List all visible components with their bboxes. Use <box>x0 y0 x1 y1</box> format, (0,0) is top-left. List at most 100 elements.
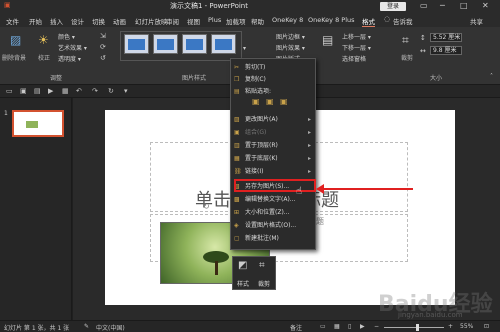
rotate-handle-icon[interactable]: ↻ <box>203 202 210 211</box>
save-icon[interactable]: ▣ <box>20 87 27 95</box>
menu-file[interactable]: 文件 <box>6 16 19 26</box>
context-menu-item-send-back[interactable]: ▦ 置于底层(K) ▸ <box>231 153 315 164</box>
menu-format[interactable]: 格式 <box>362 16 375 27</box>
repeat-icon[interactable]: ↻ <box>108 87 114 95</box>
login-button[interactable]: 登录 <box>380 2 406 11</box>
zoom-in-icon[interactable]: + <box>448 323 453 330</box>
zoom-level[interactable]: 55% <box>460 323 473 330</box>
context-menu-item-link[interactable]: ⛓ 链接(I) ▸ <box>231 166 315 177</box>
bring-forward-button[interactable]: 上移一层 ▾ <box>342 32 371 41</box>
maximize-icon[interactable]: □ <box>460 1 468 10</box>
menu-review[interactable]: 审阅 <box>166 16 179 26</box>
menu-plus[interactable]: Plus <box>208 16 221 24</box>
close-icon[interactable]: ✕ <box>482 1 489 10</box>
share-button[interactable]: 共享 <box>470 16 483 26</box>
thumbnail-picture <box>26 121 38 128</box>
mini-toolbar: ◩ ⌗ 样式 裁剪 <box>232 256 276 290</box>
transparency-button[interactable]: 透明度 ▾ <box>58 54 81 63</box>
group-icon: ▣ <box>234 129 240 136</box>
zoom-slider-thumb[interactable] <box>416 324 419 331</box>
selection-pane-button[interactable]: 选择窗格 <box>342 54 366 63</box>
reading-view-icon[interactable]: ▯ <box>348 323 351 330</box>
context-menu: ✂ 剪切(T) ❐ 复制(C) ▤ 粘贴选项: ▨ 更改图片(A) ▸ ▣ 组合(G) ▸ ▥ 置于顶层(… <box>230 58 316 250</box>
zoom-out-icon[interactable]: − <box>374 323 379 330</box>
slide-layout-icon[interactable]: ▭ <box>6 87 13 95</box>
notes-button[interactable]: 备注 <box>290 323 302 332</box>
clipboard-icon[interactable]: ▤ <box>34 87 41 95</box>
paste-picture-icon[interactable]: ▣ <box>266 97 274 106</box>
context-menu-item-scissors[interactable]: ✂ 剪切(T) <box>231 62 315 73</box>
menu-addins[interactable]: 加载项 <box>226 16 246 26</box>
context-menu-item-change-picture[interactable]: ▨ 更改图片(A) ▸ <box>231 114 315 125</box>
language-status[interactable]: 中文(中国) <box>96 323 125 332</box>
menu-home[interactable]: 开始 <box>29 16 42 26</box>
context-menu-item-bring-front[interactable]: ▥ 置于顶层(R) ▸ <box>231 140 315 151</box>
present-icon[interactable]: ▶ <box>48 87 53 95</box>
fit-slide-icon[interactable]: ⊡ <box>484 323 489 330</box>
picture-style-4[interactable] <box>211 34 236 54</box>
title-bar: ▣ 演示文稿1 - PowerPoint 登录 ▭ ─ □ ✕ <box>0 0 500 13</box>
normal-view-icon[interactable]: ▭ <box>320 323 326 330</box>
ribbon-display-icon[interactable]: ▭ <box>420 1 428 10</box>
picture-effects-button[interactable]: 图片效果 ▾ <box>276 43 305 52</box>
slide-thumbnail-1[interactable] <box>12 110 64 137</box>
picture-style-2[interactable] <box>153 34 178 54</box>
remove-background-label[interactable]: 删除背景 <box>2 53 26 62</box>
send-backward-button[interactable]: 下移一层 ▾ <box>342 43 371 52</box>
change-picture-icon[interactable]: ⟳ <box>100 43 106 51</box>
menu-help[interactable]: 帮助 <box>251 16 264 26</box>
tell-me-search[interactable]: 告诉我 <box>393 16 413 26</box>
menu-animations[interactable]: 动画 <box>113 16 126 26</box>
zoom-slider[interactable] <box>384 327 444 328</box>
status-bar: 幻灯片 第 1 张，共 1 张 ✎ 中文(中国) 备注 ▭ ▦ ▯ ▶ − + … <box>0 320 500 332</box>
context-menu-item-alt-text[interactable]: ▩ 编辑替换文字(A)... <box>231 194 315 205</box>
slideshow-view-icon[interactable]: ▶ <box>360 323 365 330</box>
gallery-more-icon[interactable]: ▾ <box>243 45 246 52</box>
paste-text-icon[interactable]: ▣ <box>280 97 288 106</box>
redo-icon[interactable]: ↷ <box>92 87 98 95</box>
crop-label[interactable]: 裁剪 <box>401 53 413 62</box>
corrections-label[interactable]: 校正 <box>38 53 50 62</box>
style-label[interactable]: 样式 <box>237 279 249 288</box>
context-menu-item-size-position[interactable]: ⊞ 大小和位置(Z)... <box>231 207 315 218</box>
color-button[interactable]: 颜色 ▾ <box>58 32 75 41</box>
minimize-icon[interactable]: ─ <box>440 1 445 10</box>
remove-background-icon[interactable]: ▨ <box>10 33 21 47</box>
autosave-icon[interactable]: ▣ <box>4 1 11 9</box>
menu-onekey8[interactable]: OneKey 8 <box>272 16 303 24</box>
menu-slideshow[interactable]: 幻灯片放映 <box>135 16 168 26</box>
picture-style-1[interactable] <box>124 34 149 54</box>
save-as-icon[interactable]: ▦ <box>62 87 69 95</box>
picture-style-3[interactable] <box>182 34 207 54</box>
menu-insert[interactable]: 插入 <box>50 16 63 26</box>
menu-view[interactable]: 视图 <box>187 16 200 26</box>
picture-border-button[interactable]: 图片边框 ▾ <box>276 32 305 41</box>
accessibility-icon[interactable]: ▤ <box>322 33 333 47</box>
crop-mini-label[interactable]: 裁剪 <box>258 279 270 288</box>
customize-qat-icon[interactable]: ▾ <box>124 87 128 95</box>
crop-mini-icon[interactable]: ⌗ <box>259 260 265 271</box>
sorter-view-icon[interactable]: ▦ <box>334 323 340 330</box>
crop-icon[interactable]: ⌗ <box>402 33 409 48</box>
height-input[interactable]: 5.52 厘米 <box>430 33 462 42</box>
spellcheck-icon[interactable]: ✎ <box>84 323 89 330</box>
context-menu-item-new-comment[interactable]: ▢ 新建批注(M) <box>231 233 315 244</box>
paste-icon: ▤ <box>234 88 240 95</box>
menu-design[interactable]: 设计 <box>71 16 84 26</box>
width-input[interactable]: 9.8 厘米 <box>430 46 462 55</box>
paste-keep-source-icon[interactable]: ▣ <box>252 97 260 106</box>
collapse-ribbon-icon[interactable]: ˄ <box>490 73 493 80</box>
menu-onekey8plus[interactable]: OneKey 8 Plus <box>308 16 355 24</box>
style-icon[interactable]: ◩ <box>238 260 247 271</box>
context-menu-label: 粘贴选项: <box>245 88 272 95</box>
artistic-effects-button[interactable]: 艺术效果 ▾ <box>58 43 87 52</box>
context-menu-item-format-picture[interactable]: ◈ 设置图片格式(O)... <box>231 220 315 231</box>
menu-transitions[interactable]: 切换 <box>92 16 105 26</box>
context-menu-label: 链接(I) <box>245 168 264 175</box>
reset-picture-icon[interactable]: ↺ <box>100 54 106 62</box>
context-menu-item-copy[interactable]: ❐ 复制(C) <box>231 74 315 85</box>
context-menu-label: 编辑替换文字(A)... <box>245 196 296 203</box>
compress-icon[interactable]: ⇲ <box>100 32 106 40</box>
corrections-icon[interactable]: ☀ <box>38 33 49 47</box>
undo-icon[interactable]: ↶ <box>76 87 82 95</box>
